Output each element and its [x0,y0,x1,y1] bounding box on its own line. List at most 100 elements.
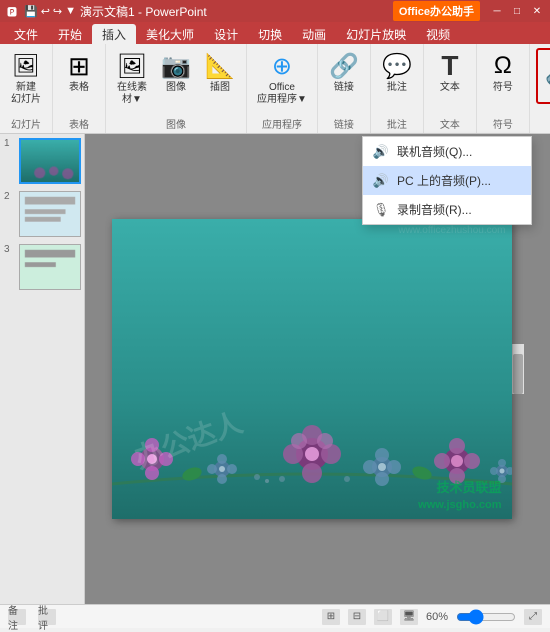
images-group-label: 图像 [166,116,186,131]
window-controls: ─ □ ✕ [488,3,546,19]
table-label: 表格 [69,82,89,94]
text-group-label: 文本 [440,116,460,131]
tab-video[interactable]: 视频 [416,24,460,44]
fit-window-icon[interactable]: ⤢ [524,609,542,625]
office-badge[interactable]: Office办公助手 [393,1,480,21]
zoom-slider[interactable] [456,609,516,625]
online-audio-item[interactable]: 🔊 联机音频(Q)... [363,137,531,166]
pc-audio-item[interactable]: 🔊 PC 上的音频(P)... [363,166,531,195]
close-button[interactable]: ✕ [528,3,546,19]
slide-1[interactable] [19,138,81,187]
slide-thumb-3: 3 ★ [4,244,80,293]
link-button[interactable]: 🔗 链接 [324,48,364,96]
text-label: 文本 [440,82,460,94]
new-slide-button[interactable]: 🖼 新建幻灯片 [6,48,46,108]
minimize-button[interactable]: ─ [488,3,506,19]
redo-icon[interactable]: ↪ [53,5,62,18]
view-reading-icon[interactable]: ⬜ [374,609,392,625]
ribbon-group-symbols: Ω 符号 符号 [477,44,530,133]
scroll-thumb[interactable] [513,354,523,394]
apps-group-label: 应用程序 [262,116,302,131]
record-audio-item[interactable]: 🎙 录制音频(R)... [363,195,531,224]
slide-canvas-2[interactable] [19,191,81,237]
view-slideshow-icon[interactable]: 🖥 [400,609,418,625]
status-left: 备注 批评 [8,609,56,625]
tab-home[interactable]: 开始 [48,24,92,44]
pc-audio-label: PC 上的音频(P)... [397,172,491,189]
save-icon[interactable]: 💾 [24,5,38,18]
slide-num-1: 1 [4,138,16,149]
slide-3[interactable] [19,244,81,293]
ribbon-group-text: T 文本 文本 [424,44,477,133]
view-slide-sorter-icon[interactable]: ⊟ [348,609,366,625]
office-apps-icon: ⊕ [266,50,298,82]
tab-insert[interactable]: 插入 [92,24,136,44]
comment-button[interactable]: 💬 批注 [377,48,417,96]
illustration-button[interactable]: 📐 插图 [200,48,240,96]
symbols-group-label: 符号 [493,116,513,131]
app-icon: 🅿 [4,3,20,19]
new-slide-label: 新建幻灯片 [11,82,41,106]
maximize-button[interactable]: □ [508,3,526,19]
main-slide[interactable]: 办公达人 技术员联盟www.jsgho.com www.officezhusho… [112,219,512,519]
image-button[interactable]: 📷 图像 [156,48,196,96]
image-label: 图像 [166,82,186,94]
tab-beautify[interactable]: 美化大师 [136,24,204,44]
audio-dropdown-menu: 🔊 联机音频(Q)... 🔊 PC 上的音频(P)... 🎙 录制音频(R)..… [362,136,532,225]
status-bar: 备注 批评 ⊞ ⊟ ⬜ 🖥 60% ⤢ [0,604,550,628]
online-audio-icon: 🔊 [373,144,389,160]
media-icon: 🔊 [546,54,550,86]
online-audio-label: 联机音频(Q)... [397,143,472,160]
text-button[interactable]: T 文本 [430,48,470,96]
ribbon-group-comments: 💬 批注 批注 [371,44,424,133]
window-title: 演示文稿1 - PowerPoint [80,3,207,20]
slide-2[interactable] [19,191,81,240]
quick-access-icons: 💾 ↩ ↪ ▼ [24,5,76,18]
tab-slideshow[interactable]: 幻灯片放映 [336,24,416,44]
illustration-icon: 📐 [204,50,236,82]
undo-icon[interactable]: ↩ [41,5,50,18]
watermark-3: www.officezhushou.com [398,225,505,236]
media-button[interactable]: 🔊 媒体 [536,48,550,104]
view-normal-icon[interactable]: ⊞ [322,609,340,625]
tables-group-label: 表格 [69,116,89,131]
office-apps-button[interactable]: ⊕ Office应用程序▼ [253,48,311,108]
comments-button[interactable]: 批评 [38,609,56,625]
slide-canvas-3[interactable] [19,244,81,290]
slide-thumb-2: 2 ★ [4,191,80,240]
record-audio-icon: 🎙 [373,202,389,218]
vertical-scrollbar[interactable] [512,344,524,394]
symbol-icon: Ω [487,50,519,82]
comments-group-label: 批注 [387,116,407,131]
ribbon-group-apps: ⊕ Office应用程序▼ 应用程序 [247,44,318,133]
ribbon-group-media: 🔊 媒体 [530,44,550,133]
link-icon: 🔗 [328,50,360,82]
watermark-2: 技术员联盟www.jsgho.com [418,477,501,511]
comment-label: 批注 [387,82,407,94]
ribbon-group-images: 🖼 在线素材▼ 📷 图像 📐 插图 图像 [106,44,247,133]
image-icon: 📷 [160,50,192,82]
customize-icon[interactable]: ▼ [65,5,76,18]
ribbon-group-links: 🔗 链接 链接 [318,44,371,133]
pc-audio-icon: 🔊 [373,173,389,189]
zoom-label: 60% [426,611,448,623]
symbol-button[interactable]: Ω 符号 [483,48,523,96]
slides-group-label: 幻灯片 [11,116,41,131]
text-icon: T [434,50,466,82]
tab-file[interactable]: 文件 [4,24,48,44]
online-media-label: 在线素材▼ [117,82,147,106]
online-media-button[interactable]: 🖼 在线素材▼ [112,48,152,108]
title-bar: 🅿 💾 ↩ ↪ ▼ 演示文稿1 - PowerPoint Office办公助手 … [0,0,550,22]
ribbon-group-slides: 🖼 新建幻灯片 幻灯片 [0,44,53,133]
slide-canvas-1[interactable] [19,138,81,184]
tab-design[interactable]: 设计 [204,24,248,44]
status-right: ⊞ ⊟ ⬜ 🖥 60% ⤢ [322,609,542,625]
online-media-icon: 🖼 [116,50,148,82]
table-button[interactable]: ⊞ 表格 [59,48,99,96]
tab-transitions[interactable]: 切换 [248,24,292,44]
office-apps-label: Office应用程序▼ [257,82,307,106]
notes-button[interactable]: 备注 [8,609,26,625]
comment-icon: 💬 [381,50,413,82]
tab-animations[interactable]: 动画 [292,24,336,44]
new-slide-icon: 🖼 [10,50,42,82]
